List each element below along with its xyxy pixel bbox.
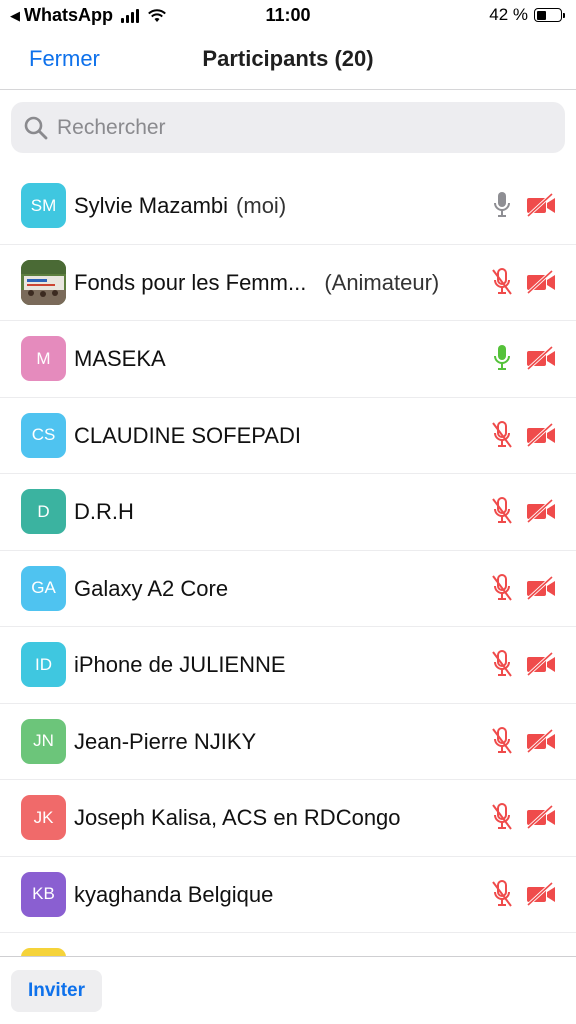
participant-row[interactable]: GA Galaxy A2 Core bbox=[0, 551, 576, 627]
mic-active-icon[interactable] bbox=[490, 343, 514, 378]
participant-name: Sylvie Mazambi bbox=[74, 193, 229, 218]
participant-name: kyaghanda Belgique bbox=[74, 881, 274, 907]
video-off-icon[interactable] bbox=[526, 269, 556, 299]
back-to-app[interactable]: ◀ WhatsApp bbox=[10, 5, 167, 26]
avatar: JK bbox=[21, 795, 66, 840]
mic-muted-icon[interactable] bbox=[490, 879, 514, 914]
close-button[interactable]: Fermer bbox=[29, 46, 100, 72]
mic-muted-icon[interactable] bbox=[490, 802, 514, 837]
video-off-icon[interactable] bbox=[526, 728, 556, 758]
participant-name: iPhone de JULIENNE bbox=[74, 652, 286, 677]
participant-name: CLAUDINE SOFEPADI bbox=[74, 422, 301, 448]
battery-icon bbox=[534, 8, 565, 22]
avatar: ID bbox=[21, 642, 66, 687]
participant-name-wrap: D.R.H bbox=[74, 499, 134, 525]
video-off-icon[interactable] bbox=[526, 651, 556, 681]
participant-name: D.R.H bbox=[74, 499, 134, 524]
status-bar: ◀ WhatsApp 11:00 42 % bbox=[0, 0, 576, 30]
participant-list: SM Sylvie Mazambi (moi) Fonds pour les Fem… bbox=[0, 168, 576, 956]
participant-name-wrap: Joseph Kalisa, ACS en RDCongo bbox=[74, 805, 401, 831]
video-off-icon[interactable] bbox=[526, 422, 556, 452]
video-off-icon[interactable] bbox=[526, 575, 556, 605]
mic-muted-icon[interactable] bbox=[490, 726, 514, 761]
participant-row[interactable]: M MASEKA bbox=[0, 321, 576, 398]
participant-row[interactable]: JK Joseph Kalisa, ACS en RDCongo bbox=[0, 780, 576, 857]
participant-name-wrap: kyaghanda Belgique bbox=[74, 882, 273, 908]
avatar bbox=[21, 948, 66, 956]
search-input[interactable] bbox=[57, 115, 537, 140]
participant-name-wrap: CLAUDINE SOFEPADI bbox=[74, 423, 301, 449]
invite-button[interactable]: Inviter bbox=[11, 970, 102, 1012]
video-off-icon[interactable] bbox=[526, 192, 556, 222]
participant-row[interactable]: KB kyaghanda Belgique bbox=[0, 857, 576, 933]
participant-name: Jean-Pierre NJIKY bbox=[74, 728, 257, 754]
participant-name: Fonds pour les Femm... bbox=[74, 269, 307, 295]
wifi-icon bbox=[148, 8, 166, 22]
participant-name-wrap: MASEKA bbox=[74, 346, 166, 372]
participant-name-wrap: Jean-Pierre NJIKY bbox=[74, 729, 256, 755]
participant-name-wrap: Sylvie Mazambi (moi) bbox=[74, 193, 286, 219]
participant-name: Joseph Kalisa, ACS en RDCongo bbox=[74, 805, 401, 830]
avatar: KB bbox=[21, 871, 66, 917]
bottom-bar: Inviter bbox=[0, 956, 576, 1024]
participant-row[interactable]: D D.R.H bbox=[0, 474, 576, 551]
nav-bar: Fermer Participants (20) bbox=[0, 30, 576, 90]
mic-muted-icon[interactable] bbox=[490, 649, 514, 684]
participant-role-label: (moi) bbox=[236, 193, 287, 218]
participant-row[interactable]: JN Jean-Pierre NJIKY bbox=[0, 704, 576, 780]
avatar: JN bbox=[21, 718, 66, 764]
video-off-icon[interactable] bbox=[526, 804, 556, 834]
avatar: GA bbox=[21, 565, 66, 611]
participant-name-wrap: Fonds pour les Femm... (Animateur) bbox=[74, 270, 439, 296]
avatar: M bbox=[21, 336, 66, 381]
search-bar[interactable] bbox=[11, 102, 565, 153]
mic-icon[interactable] bbox=[490, 190, 514, 225]
participant-role-label: (Animateur) bbox=[324, 269, 440, 295]
avatar: D bbox=[21, 489, 66, 534]
video-off-icon[interactable] bbox=[526, 345, 556, 375]
avatar bbox=[21, 259, 66, 305]
mic-muted-icon[interactable] bbox=[490, 573, 514, 608]
avatar: CS bbox=[21, 412, 66, 458]
mic-muted-icon[interactable] bbox=[490, 420, 514, 455]
participant-name: Galaxy A2 Core bbox=[74, 575, 229, 601]
participant-row[interactable]: ID iPhone de JULIENNE bbox=[0, 627, 576, 704]
participant-row[interactable]: Fonds pour les Femm... (Animateur) bbox=[0, 245, 576, 321]
participant-name-wrap: iPhone de JULIENNE bbox=[74, 652, 286, 678]
video-off-icon[interactable] bbox=[526, 498, 556, 528]
battery-percent: 42 % bbox=[489, 5, 528, 24]
mic-muted-icon[interactable] bbox=[490, 267, 514, 302]
participant-name-wrap: Galaxy A2 Core bbox=[74, 576, 228, 602]
participant-row[interactable] bbox=[0, 933, 576, 956]
participant-row[interactable]: SM Sylvie Mazambi (moi) bbox=[0, 168, 576, 245]
back-app-label: WhatsApp bbox=[24, 5, 113, 25]
participant-name: MASEKA bbox=[74, 346, 166, 371]
video-off-icon[interactable] bbox=[526, 881, 556, 911]
back-arrow-icon: ◀ bbox=[10, 7, 20, 23]
cellular-signal-icon bbox=[121, 8, 139, 23]
participant-row[interactable]: CS CLAUDINE SOFEPADI bbox=[0, 398, 576, 474]
mic-muted-icon[interactable] bbox=[490, 496, 514, 531]
search-icon bbox=[24, 116, 48, 139]
avatar: SM bbox=[21, 183, 66, 228]
